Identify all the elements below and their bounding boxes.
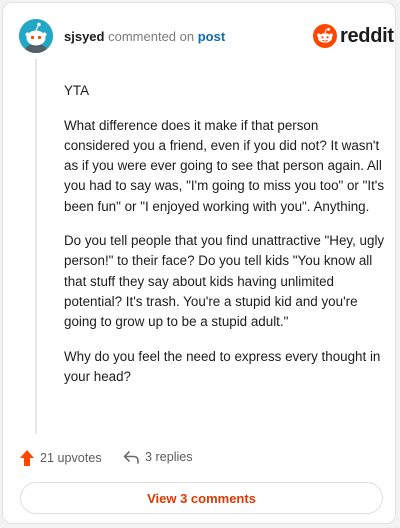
view-comments-label: View 3 comments: [147, 490, 256, 506]
thread-line[interactable]: [35, 59, 37, 434]
comment-paragraph: Do you tell people that you find unattra…: [64, 233, 385, 330]
commented-on-label: commented on: [108, 29, 195, 44]
comment-body: YTA What difference does it make if that…: [64, 81, 386, 402]
snoo-avatar-icon: [19, 19, 53, 53]
upvote-button[interactable]: 21 upvotes: [19, 449, 102, 467]
post-link[interactable]: post: [198, 29, 225, 44]
replies-button[interactable]: 3 replies: [123, 449, 193, 465]
view-comments-button[interactable]: View 3 comments: [20, 482, 383, 514]
comment-paragraph: YTA: [64, 83, 90, 98]
username-link[interactable]: sjsyed: [64, 29, 104, 44]
reddit-logo[interactable]: reddit: [313, 24, 394, 48]
replies-count: 3 replies: [145, 450, 193, 464]
reply-arrow-icon: [123, 451, 139, 464]
avatar[interactable]: [19, 19, 53, 53]
comment-header: sjsyed commented on post: [64, 29, 225, 44]
upvote-count: 21 upvotes: [40, 451, 102, 465]
reddit-snoo-icon: [313, 24, 337, 48]
comment-paragraph: Why do you feel the need to express ever…: [64, 348, 381, 384]
upvote-arrow-icon: [20, 450, 34, 466]
comment-card: sjsyed commented on post reddit YTA What…: [2, 2, 396, 524]
comment-paragraph: What difference does it make if that per…: [64, 117, 385, 214]
reddit-wordmark: reddit: [340, 24, 394, 47]
